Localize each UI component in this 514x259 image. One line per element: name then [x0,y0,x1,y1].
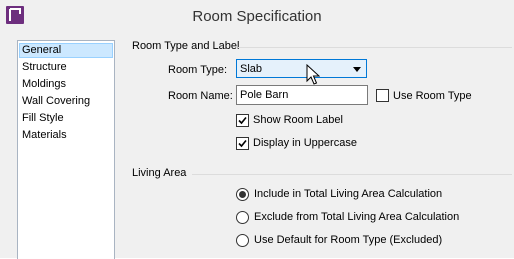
room-type-value: Slab [240,63,263,75]
default-living-area-label: Use Default for Room Type (Excluded) [254,234,443,246]
category-item-materials[interactable]: Materials [20,128,112,143]
category-item-general[interactable]: General [19,43,113,58]
room-type-label: Room Type: [168,64,228,76]
use-room-type-checkbox[interactable] [376,89,389,102]
category-item-fill-style[interactable]: Fill Style [20,111,112,126]
checkmark-icon [238,116,247,125]
mouse-pointer-icon [306,64,320,85]
use-room-type-label: Use Room Type [393,90,472,102]
group-divider [238,47,512,48]
chevron-down-icon [353,67,361,72]
room-name-label: Room Name: [168,90,233,102]
default-living-area-radio[interactable] [236,234,249,247]
display-uppercase-label: Display in Uppercase [253,137,357,149]
category-item-structure[interactable]: Structure [20,60,112,75]
exclude-living-area-radio[interactable] [236,211,249,224]
show-room-label-label: Show Room Label [253,114,343,126]
radio-selected-dot [239,191,246,198]
category-item-moldings[interactable]: Moldings [20,77,112,92]
dialog-body: General Structure Moldings Wall Covering… [0,34,514,259]
display-uppercase-checkbox[interactable] [236,137,249,150]
room-type-group-heading: Room Type and Label [132,40,240,52]
window-title: Room Specification [192,8,322,25]
room-type-dropdown[interactable]: Slab [236,59,367,78]
room-name-value: Pole Barn [240,89,289,101]
category-list[interactable]: General Structure Moldings Wall Covering… [17,40,115,259]
category-item-wall-covering[interactable]: Wall Covering [20,94,112,109]
show-room-label-checkbox[interactable] [236,114,249,127]
include-living-area-radio[interactable] [236,188,249,201]
general-panel: Room Type and Label Room Type: Slab Room… [120,34,514,258]
include-living-area-label: Include in Total Living Area Calculation [254,188,443,200]
group-divider [192,174,512,175]
room-name-field[interactable]: Pole Barn [236,85,368,105]
living-area-group-heading: Living Area [132,167,187,179]
checkmark-icon [238,139,247,148]
exclude-living-area-label: Exclude from Total Living Area Calculati… [254,211,460,223]
title-bar: Room Specification [0,0,514,35]
